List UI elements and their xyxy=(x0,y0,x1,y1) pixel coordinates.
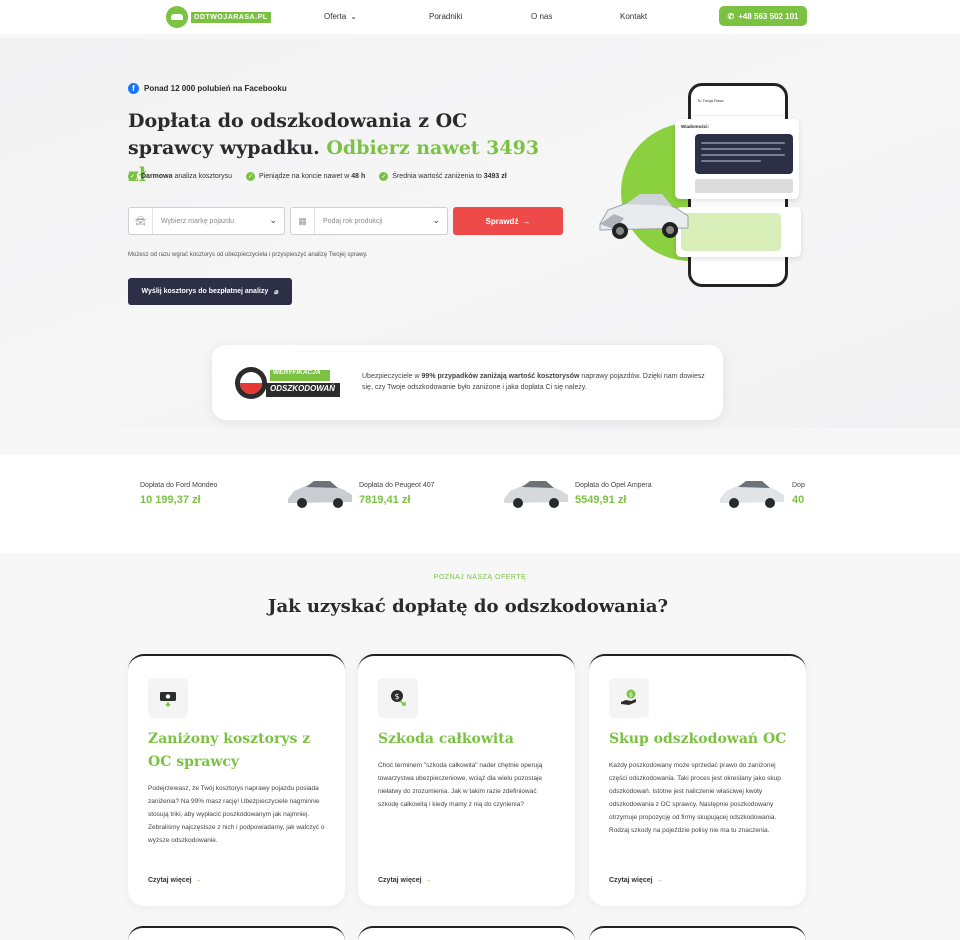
arrow-right-icon: → xyxy=(655,877,663,884)
check-button[interactable]: Sprawdź → xyxy=(453,207,563,235)
payout-item: Dop 40 xyxy=(792,482,805,506)
benefit-item: ✓ Pieniądze na koncie nawet w 48 h xyxy=(246,172,366,181)
check-icon: ✓ xyxy=(128,172,137,181)
calendar-icon: ▦ xyxy=(291,208,315,234)
payout-item: Dopłata do Ford Mondeo 10 199,37 zł xyxy=(140,482,218,506)
check-icon: ✓ xyxy=(246,172,256,181)
payout-examples-strip: Dopłata do Ford Mondeo 10 199,37 zł Dopł… xyxy=(0,455,960,553)
offer-card: $ Skup odszkodowań OC Każdy poszkodowany… xyxy=(589,654,806,906)
send-estimate-button[interactable]: Wyślij kosztorys do bezpłatnej analizy ⌀ xyxy=(128,278,292,305)
chevron-down-icon: ⌄ xyxy=(432,215,440,225)
damaged-car-image xyxy=(599,194,689,239)
arrow-right-icon: → xyxy=(522,216,531,226)
payout-item: Dopłata do Peugeot 407 7819,41 zł xyxy=(359,482,435,506)
messages-label: Wiadomości: xyxy=(681,124,709,129)
facebook-icon: f xyxy=(128,83,139,94)
car-image xyxy=(504,481,568,508)
card-title: Zaniżony kosztorys z OC sprawcy xyxy=(148,731,311,770)
outgoing-message xyxy=(681,213,781,251)
chevron-down-icon: ⌄ xyxy=(350,12,357,21)
money-down-icon xyxy=(148,678,188,718)
car-image xyxy=(720,481,784,508)
logo-text: ODTWOJARASA.PL xyxy=(191,11,271,23)
nav-link-oferta[interactable]: Oferta ⌄ xyxy=(324,12,357,21)
read-more-link[interactable]: Czytaj więcej → xyxy=(378,877,432,884)
arrow-right-icon: → xyxy=(424,877,432,884)
facebook-likes: f Ponad 12 000 polubień na Facebooku xyxy=(128,83,287,94)
badge-bottom-text: ODSZKODOWAŃ xyxy=(270,384,335,393)
chat-reply-card xyxy=(676,207,801,257)
nav-link-kontakt[interactable]: Kontakt xyxy=(620,12,647,21)
offer-card: Zaniżony kosztorys z OC sprawcy Podejrze… xyxy=(128,654,345,906)
offer-card: $ Szkoda całkowita Choć terminem "szkoda… xyxy=(358,654,575,906)
benefit-item: ✓ Średnia wartość zaniżenia to 3493 zł xyxy=(379,172,507,181)
top-navbar: ODTWOJARASA.PL Oferta ⌄ Poradniki O nas K… xyxy=(0,0,960,34)
year-select[interactable]: ▦ Podaj rok produkcji ⌄ xyxy=(290,207,448,235)
section-eyebrow: POZNAJ NASZĄ OFERTĘ xyxy=(433,574,527,581)
phone-button[interactable]: ✆ +48 563 502 101 xyxy=(719,6,807,26)
offer-card-partial xyxy=(358,926,575,940)
verification-text: Ubezpieczyciele w 99% przypadków zaniżaj… xyxy=(362,373,705,391)
read-more-link[interactable]: Czytaj więcej → xyxy=(148,877,202,884)
chevron-down-icon: ⌄ xyxy=(269,215,277,225)
brand-select[interactable]: 🚘︎ Wybierz markę pojazdu ⌄ xyxy=(128,207,285,235)
badge-top-text: WERYFIKACJA xyxy=(273,369,321,376)
card-title: Skup odszkodowań OC xyxy=(609,731,787,747)
benefit-list: ✓ Darmowa analiza kosztorysu ✓ Pieniądze… xyxy=(128,172,507,181)
section-title: Jak uzyskać dopłatę do odszkodowania? xyxy=(267,596,669,617)
incoming-message xyxy=(695,134,793,174)
read-more-link[interactable]: Czytaj więcej → xyxy=(609,877,663,884)
phone-icon: ✆ xyxy=(727,11,735,21)
nav-link-poradniki[interactable]: Poradniki xyxy=(429,12,462,21)
upload-note: Możesz od razu wgrać kosztorys od ubezpi… xyxy=(128,252,368,258)
card-text: Choć terminem "szkoda całkowita" nader c… xyxy=(378,762,543,808)
svg-text:$: $ xyxy=(394,692,399,701)
paperclip-icon: ⌀ xyxy=(274,288,279,296)
check-icon: ✓ xyxy=(379,172,389,181)
payout-item: Dopłata do Opel Ampera 5549,91 zł xyxy=(575,482,652,506)
site-logo[interactable]: ODTWOJARASA.PL xyxy=(166,6,271,28)
hand-coin-icon: $ xyxy=(609,678,649,718)
nav-link-o-nas[interactable]: O nas xyxy=(531,12,552,21)
chat-header: Tu Twoja Rasa xyxy=(691,86,785,116)
car-image xyxy=(288,481,352,508)
card-text: Każdy poszkodowany może sprzedać prawo d… xyxy=(609,762,781,834)
chat-message-card: Wiadomości: xyxy=(675,119,799,199)
svg-text:$: $ xyxy=(629,691,633,699)
coin-decline-icon: $ xyxy=(378,678,418,718)
attached-photos xyxy=(695,179,793,193)
card-title: Szkoda całkowita xyxy=(378,731,514,747)
benefit-item: ✓ Darmowa analiza kosztorysu xyxy=(128,172,233,181)
card-text: Podejrzewasz, że Twój kosztorys naprawy … xyxy=(148,785,325,844)
car-icon: 🚘︎ xyxy=(129,208,153,234)
arrow-right-icon: → xyxy=(194,877,202,884)
verification-card: WERYFIKACJA ODSZKODOWAŃ Ubezpieczyciele … xyxy=(212,345,723,420)
car-logo-icon xyxy=(166,6,188,28)
offer-card-partial xyxy=(128,926,345,940)
offer-card-partial xyxy=(589,926,806,940)
